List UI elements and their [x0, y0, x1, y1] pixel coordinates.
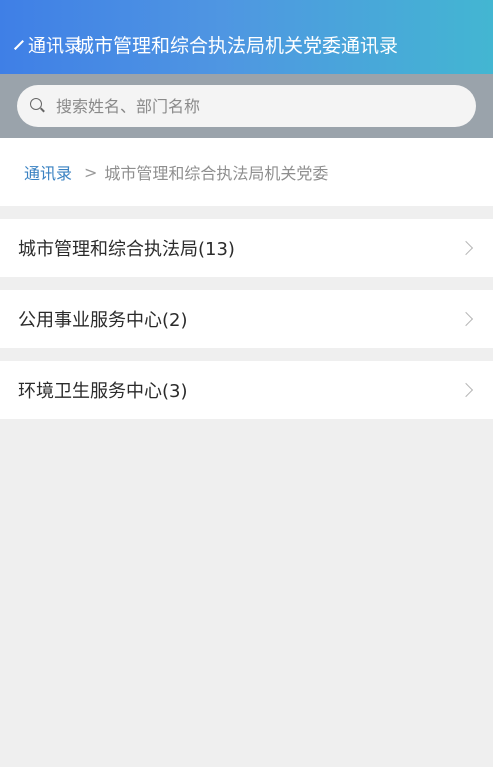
chevron-left-icon: [14, 40, 24, 50]
back-button[interactable]: 通讯录: [10, 30, 82, 60]
breadcrumb-current: 城市管理和综合执法局机关党委: [104, 164, 329, 183]
search-icon: [30, 98, 46, 114]
back-button-label: 通讯录: [28, 36, 82, 57]
breadcrumb-separator: >: [84, 162, 98, 182]
chevron-right-icon: [458, 311, 474, 327]
search-bar-container: [0, 74, 493, 138]
department-label: 环境卫生服务中心(3): [18, 381, 188, 402]
department-label: 城市管理和综合执法局(13): [18, 239, 235, 260]
department-label: 公用事业服务中心(2): [18, 310, 188, 331]
navigation-bar: 通讯录 城市管理和综合执法局机关党委通讯录: [0, 0, 493, 74]
breadcrumb-root-link[interactable]: 通讯录: [24, 160, 72, 184]
search-input[interactable]: [54, 95, 448, 117]
department-item-sanitation[interactable]: 环境卫生服务中心(3): [0, 361, 493, 419]
department-item-public-utilities[interactable]: 公用事业服务中心(2): [0, 290, 493, 348]
page-title: 城市管理和综合执法局机关党委通讯录: [75, 35, 399, 57]
breadcrumb: 通讯录 > 城市管理和综合执法局机关党委: [0, 138, 493, 206]
screen: 通讯录 城市管理和综合执法局机关党委通讯录 通讯录 > 城市管理和综合执法局机关…: [0, 0, 493, 767]
search-box[interactable]: [17, 85, 476, 127]
chevron-right-icon: [458, 240, 474, 256]
chevron-right-icon: [458, 382, 474, 398]
department-item-city-management[interactable]: 城市管理和综合执法局(13): [0, 219, 493, 277]
